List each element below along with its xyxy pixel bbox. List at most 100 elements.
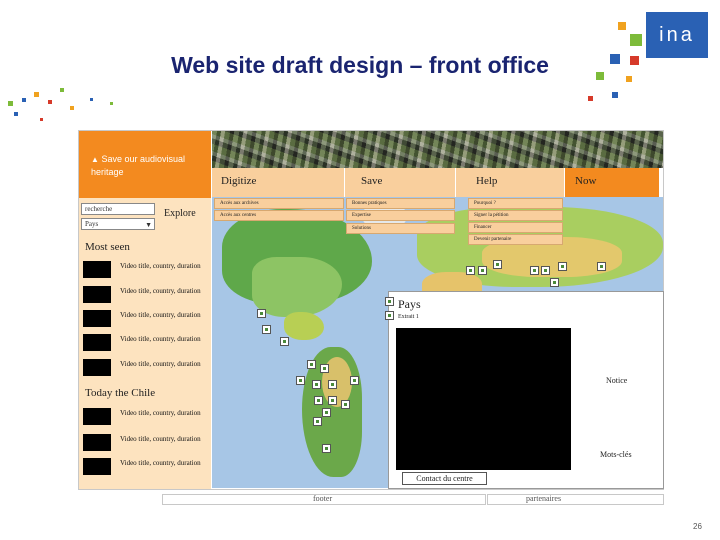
map-pin-icon[interactable] (493, 260, 502, 269)
map-pin-icon[interactable] (466, 266, 475, 275)
video-thumbnail[interactable] (83, 261, 111, 278)
map-pin-icon[interactable] (328, 396, 337, 405)
video-caption[interactable]: Video title, country, duration (120, 359, 208, 369)
submenu-item[interactable]: Signer la pétition (468, 210, 563, 221)
video-thumbnail[interactable] (83, 408, 111, 425)
decorative-square (48, 100, 52, 104)
contact-button[interactable]: Contact du centre (402, 472, 487, 485)
map-pin-icon[interactable] (597, 262, 606, 271)
most-seen-title: Most seen (85, 241, 130, 253)
decorative-square (40, 118, 43, 121)
submenu-item[interactable]: Bonnes pratiques (346, 198, 455, 209)
list-item[interactable]: Video title, country, duration (83, 261, 207, 283)
decorative-square (60, 88, 64, 92)
nav-label-help[interactable]: Help (476, 175, 497, 187)
video-caption[interactable]: Video title, country, duration (120, 458, 208, 468)
decorative-square (14, 112, 18, 116)
map-pin-icon[interactable] (320, 364, 329, 373)
map-pin-icon[interactable] (322, 444, 331, 453)
video-caption[interactable]: Video title, country, duration (120, 334, 208, 344)
map-pin-icon[interactable] (541, 266, 550, 275)
nav-label-digitize[interactable]: Digitize (221, 175, 256, 187)
map-pin-icon[interactable] (312, 380, 321, 389)
nav-item-help[interactable] (456, 168, 565, 197)
video-thumbnail[interactable] (83, 310, 111, 327)
video-thumbnail[interactable] (83, 458, 111, 475)
map-pin-icon[interactable] (322, 408, 331, 417)
page-number: 26 (693, 522, 702, 531)
video-caption[interactable]: Video title, country, duration (120, 408, 208, 418)
video-thumbnail[interactable] (83, 286, 111, 303)
keywords-link[interactable]: Mots-clés (600, 450, 632, 459)
decorative-square (596, 72, 604, 80)
banner-text[interactable]: ▲ Save our audiovisual heritage (91, 153, 209, 178)
page-title: Web site draft design – front office (171, 52, 549, 78)
central-america-shape (284, 312, 324, 340)
map-pin-icon[interactable] (262, 325, 271, 334)
map-pin-icon[interactable] (313, 417, 322, 426)
map-pin-icon[interactable] (307, 360, 316, 369)
map-pin-icon[interactable] (341, 400, 350, 409)
video-player[interactable] (396, 328, 571, 470)
today-title: Today the Chile (85, 387, 156, 399)
map-pin-icon[interactable] (280, 337, 289, 346)
map-pin-icon[interactable] (530, 266, 539, 275)
video-thumbnail[interactable] (83, 434, 111, 451)
decorative-square (22, 98, 26, 102)
decorative-square (618, 22, 626, 30)
video-thumbnail[interactable] (83, 334, 111, 351)
ina-logo: ina (646, 12, 708, 58)
map-pin-icon[interactable] (385, 297, 394, 306)
video-caption[interactable]: Video title, country, duration (120, 434, 208, 444)
list-item[interactable]: Video title, country, duration (83, 458, 207, 480)
partners-label[interactable]: partenaires (526, 494, 561, 503)
list-item[interactable]: Video title, country, duration (83, 434, 207, 456)
map-pin-icon[interactable] (350, 376, 359, 385)
notice-link[interactable]: Notice (606, 376, 627, 385)
decorative-square (70, 106, 74, 110)
map-pin-icon[interactable] (478, 266, 487, 275)
submenu-item[interactable]: Accès aux archives (214, 198, 344, 209)
submenu-item[interactable]: Accès aux centres (214, 210, 344, 221)
map-pin-icon[interactable] (385, 311, 394, 320)
nav-label-now[interactable]: Now (575, 175, 596, 187)
decorative-square (8, 101, 13, 106)
north-america-shape (252, 257, 342, 317)
map-pin-icon[interactable] (257, 309, 266, 318)
country-select[interactable]: Pays ▼ (81, 218, 155, 230)
video-caption[interactable]: Video title, country, duration (120, 261, 208, 271)
map-pin-icon[interactable] (314, 396, 323, 405)
decorative-square (610, 54, 620, 64)
nav-label-save[interactable]: Save (361, 175, 382, 187)
decorative-square (34, 92, 39, 97)
explore-button[interactable]: Explore (164, 208, 196, 219)
list-item[interactable]: Video title, country, duration (83, 334, 207, 356)
submenu-item[interactable]: Pourquoi ? (468, 198, 563, 209)
list-item[interactable]: Video title, country, duration (83, 408, 207, 430)
map-pin-icon[interactable] (558, 262, 567, 271)
map-pin-icon[interactable] (296, 376, 305, 385)
submenu-item[interactable]: Financer (468, 222, 563, 233)
list-item[interactable]: Video title, country, duration (83, 286, 207, 308)
decorative-square (90, 98, 93, 101)
decorative-square (110, 102, 113, 105)
banner-label: Save our audiovisual heritage (91, 154, 185, 177)
submenu-item[interactable]: Solutions (346, 223, 455, 234)
video-caption[interactable]: Video title, country, duration (120, 310, 208, 320)
submenu-item[interactable]: Expertise (346, 210, 455, 221)
chevron-down-icon[interactable]: ▼ (145, 220, 152, 230)
list-item[interactable]: Video title, country, duration (83, 310, 207, 332)
decorative-square (630, 34, 642, 46)
submenu-item[interactable]: Devenir partenaire (468, 234, 563, 245)
list-item[interactable]: Video title, country, duration (83, 359, 207, 381)
decorative-square (588, 96, 593, 101)
video-thumbnail[interactable] (83, 359, 111, 376)
map-pin-icon[interactable] (328, 380, 337, 389)
popup-title: Pays (398, 297, 421, 311)
video-caption[interactable]: Video title, country, duration (120, 286, 208, 296)
map-pin-icon[interactable] (550, 278, 559, 287)
search-input[interactable]: recherche (81, 203, 155, 215)
footer-label[interactable]: footer (313, 494, 332, 503)
header-photo-overlay (212, 131, 663, 168)
decorative-square (612, 92, 618, 98)
